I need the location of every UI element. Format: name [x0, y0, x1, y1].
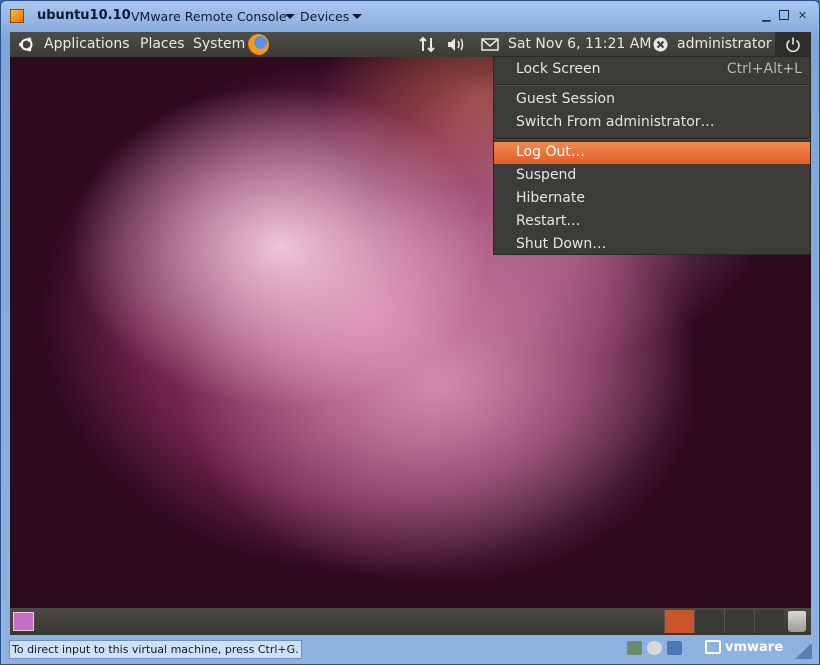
menu-item-label: Log Out…: [516, 144, 585, 160]
menu-item-suspend[interactable]: Suspend: [494, 165, 810, 187]
workspace-1[interactable]: [664, 610, 694, 633]
network-icon[interactable]: [418, 36, 436, 53]
vmware-brand: vmware: [725, 640, 784, 655]
workspace-4[interactable]: [754, 610, 784, 633]
user-name[interactable]: administrator: [677, 36, 772, 52]
show-desktop-icon[interactable]: [13, 612, 34, 631]
status-message: To direct input to this virtual machine,…: [9, 640, 302, 659]
menu-item-shut-down[interactable]: Shut Down…: [494, 234, 810, 256]
maximize-icon[interactable]: [779, 10, 789, 20]
cd-drive-icon[interactable]: [647, 641, 662, 655]
menu-item-log-out[interactable]: Log Out…: [494, 142, 810, 164]
vmware-window: ubuntu10.10 VMware Remote Console Device…: [0, 0, 820, 665]
ubuntu-logo-icon[interactable]: [18, 36, 35, 53]
devices-menu[interactable]: Devices: [300, 9, 349, 24]
network-adapter-icon[interactable]: [627, 641, 642, 655]
places-menu[interactable]: Places: [140, 36, 185, 52]
window-title: ubuntu10.10: [37, 8, 131, 23]
clock[interactable]: Sat Nov 6, 11:21 AM: [508, 36, 651, 52]
chevron-down-icon[interactable]: [285, 14, 295, 19]
menu-item-guest-session[interactable]: Guest Session: [494, 89, 810, 111]
minimize-icon[interactable]: ▁: [761, 10, 772, 21]
guest-screen[interactable]: Applications Places System Sat Nov 6, 11…: [10, 32, 811, 635]
menu-item-hibernate[interactable]: Hibernate: [494, 188, 810, 210]
vmware-statusbar: To direct input to this virtual machine,…: [1, 636, 819, 664]
menu-separator: [496, 138, 808, 140]
session-menu-button[interactable]: [775, 32, 811, 57]
user-status-icon[interactable]: [653, 37, 668, 52]
bottom-panel: [10, 608, 811, 635]
vmware-logo-icon: [705, 640, 721, 654]
resize-grip-icon[interactable]: [794, 644, 812, 659]
menu-item-label: Guest Session: [516, 91, 615, 107]
menu-separator: [496, 84, 808, 86]
menu-item-label: Suspend: [516, 167, 577, 183]
session-menu: Lock Screen Ctrl+Alt+L Guest Session Swi…: [493, 56, 811, 255]
menu-item-label: Lock Screen: [516, 61, 601, 77]
menu-item-label: Switch From administrator…: [516, 114, 715, 130]
menu-item-switch-user[interactable]: Switch From administrator…: [494, 112, 810, 134]
mail-icon[interactable]: [481, 38, 499, 51]
menu-item-restart[interactable]: Restart…: [494, 211, 810, 233]
power-icon: [786, 37, 800, 53]
window-titlebar[interactable]: ubuntu10.10 VMware Remote Console Device…: [1, 1, 819, 31]
top-panel: Applications Places System Sat Nov 6, 11…: [10, 32, 811, 57]
firefox-icon[interactable]: [248, 34, 269, 55]
display-icon[interactable]: [667, 641, 682, 655]
menu-item-lock-screen[interactable]: Lock Screen Ctrl+Alt+L: [494, 59, 810, 81]
system-menu[interactable]: System: [193, 36, 245, 52]
menu-item-shortcut: Ctrl+Alt+L: [726, 61, 802, 77]
workspace-2[interactable]: [694, 610, 724, 633]
chevron-down-icon[interactable]: [352, 14, 362, 19]
workspace-3[interactable]: [724, 610, 754, 633]
applications-menu[interactable]: Applications: [44, 36, 130, 52]
trash-icon[interactable]: [788, 611, 806, 632]
vmware-app-icon: [10, 9, 24, 23]
menu-item-label: Shut Down…: [516, 236, 607, 252]
volume-icon[interactable]: [446, 36, 466, 53]
close-icon[interactable]: ✕: [797, 10, 808, 21]
menu-item-label: Restart…: [516, 213, 581, 229]
vmware-remote-console-menu[interactable]: VMware Remote Console: [131, 9, 287, 24]
menu-item-label: Hibernate: [516, 190, 585, 206]
